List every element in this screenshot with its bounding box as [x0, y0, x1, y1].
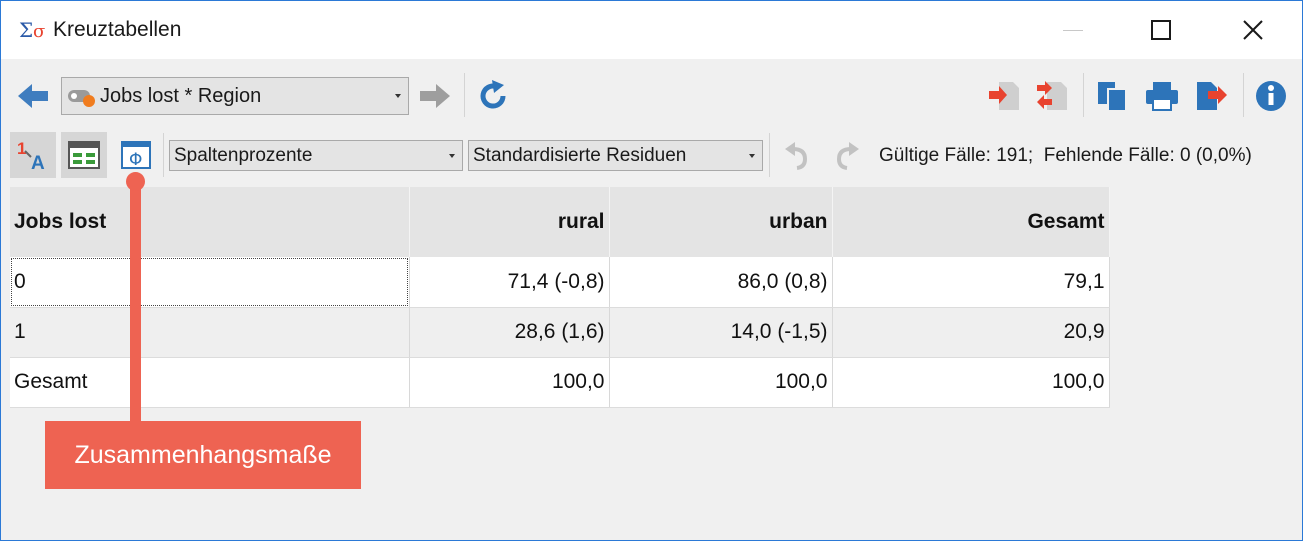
case-count-text: Gültige Fälle: 191; Fehlende Fälle: 0 (0… [879, 145, 1252, 166]
svg-text:Σ: Σ [19, 19, 33, 41]
percent-combo-value: Spaltenprozente [174, 144, 313, 166]
crosstab-table-area: Jobs lost rural urban Gesamt 0 71,4 (-0,… [10, 187, 1110, 408]
redo-button[interactable] [829, 137, 865, 173]
export-transfer-icon [1037, 81, 1067, 110]
separator [1083, 73, 1084, 117]
residual-combo[interactable]: Standardisierte Residuen [468, 140, 763, 171]
arrow-right-icon [420, 84, 450, 108]
crosstab-table: Jobs lost rural urban Gesamt 0 71,4 (-0,… [10, 187, 1110, 408]
table-cell[interactable]: 20,9 [832, 307, 1110, 358]
copy-icon [1098, 82, 1127, 112]
table-layout-toggle[interactable] [61, 132, 107, 178]
variable-pair-icon [68, 90, 95, 107]
table-cell[interactable]: 100,0 [609, 357, 833, 408]
export-out-icon [1197, 82, 1227, 110]
number-letter-icon: 1 A [17, 139, 45, 173]
minimize-button[interactable] [1027, 1, 1119, 59]
callout-label: Zusammenhangsmaße [45, 421, 361, 489]
refresh-icon [480, 80, 506, 109]
separator [1243, 73, 1244, 117]
table-cell[interactable]: 79,1 [832, 257, 1110, 308]
table-row: 1 28,6 (1,6) 14,0 (-1,5) 20,9 [10, 307, 1110, 358]
residual-combo-value: Standardisierte Residuen [473, 144, 687, 166]
header-total[interactable]: Gesamt [832, 187, 1110, 257]
svg-text:1: 1 [17, 139, 26, 158]
svg-text:Φ: Φ [129, 150, 142, 170]
redo-icon [836, 142, 859, 170]
close-icon [1243, 20, 1263, 40]
header-urban[interactable]: urban [609, 187, 833, 257]
table-cell[interactable]: 28,6 (1,6) [409, 307, 610, 358]
phi-icon: Φ [121, 141, 151, 170]
arrow-left-icon [18, 84, 48, 108]
row-label[interactable]: 1 [10, 307, 410, 358]
transfer-button[interactable] [1031, 77, 1071, 115]
copy-button[interactable] [1091, 77, 1133, 115]
chevron-down-icon [449, 153, 455, 158]
callout-line [130, 179, 141, 423]
sigma-sigma-icon: Σ σ [19, 19, 45, 41]
crosstab-window: Σ σ Kreuztabellen Jobs lost * Region 1 A… [0, 0, 1303, 541]
export-button[interactable] [1191, 77, 1233, 115]
info-icon [1256, 81, 1286, 111]
header-row-variable[interactable]: Jobs lost [10, 187, 410, 257]
table-header-row: Jobs lost rural urban Gesamt [10, 187, 1110, 257]
header-rural[interactable]: rural [409, 187, 610, 257]
export-in-icon [989, 82, 1019, 110]
undo-icon [785, 142, 808, 170]
window-title: Kreuztabellen [53, 18, 182, 41]
variable-combo-value: Jobs lost * Region [100, 84, 262, 107]
close-button[interactable] [1207, 1, 1299, 59]
undo-button[interactable] [779, 137, 815, 173]
table-cell[interactable]: 86,0 (0,8) [609, 257, 833, 308]
svg-text:σ: σ [33, 21, 45, 41]
forward-button[interactable] [415, 79, 455, 113]
table-cell[interactable]: 100,0 [409, 357, 610, 408]
import-button[interactable] [983, 77, 1023, 115]
callout-dot [126, 172, 145, 191]
row-label[interactable]: Gesamt [10, 357, 410, 408]
title-bar: Σ σ Kreuztabellen [1, 1, 1302, 59]
refresh-button[interactable] [473, 77, 513, 115]
chevron-down-icon [749, 153, 755, 158]
table-cell[interactable]: 14,0 (-1,5) [609, 307, 833, 358]
svg-text:A: A [31, 153, 45, 173]
chevron-down-icon [395, 94, 401, 98]
table-cell[interactable]: 100,0 [832, 357, 1110, 408]
print-button[interactable] [1141, 77, 1183, 115]
maximize-button[interactable] [1115, 1, 1207, 59]
options-toolbar: 1 A Φ Spaltenprozente Standardisierte Re… [1, 127, 1302, 183]
percent-combo[interactable]: Spaltenprozente [169, 140, 463, 171]
main-toolbar: Jobs lost * Region [1, 67, 1302, 123]
separator [464, 73, 465, 117]
row-label[interactable]: 0 [10, 257, 410, 308]
separator [163, 133, 164, 177]
back-button[interactable] [13, 79, 53, 113]
separator [769, 133, 770, 177]
print-icon [1146, 82, 1178, 111]
table-row: Gesamt 100,0 100,0 100,0 [10, 357, 1110, 408]
table-layout-icon [68, 141, 100, 169]
table-row: 0 71,4 (-0,8) 86,0 (0,8) 79,1 [10, 257, 1110, 308]
info-button[interactable] [1251, 77, 1291, 115]
variable-combo[interactable]: Jobs lost * Region [61, 77, 409, 115]
table-cell[interactable]: 71,4 (-0,8) [409, 257, 610, 308]
display-numbers-toggle[interactable]: 1 A [10, 132, 56, 178]
